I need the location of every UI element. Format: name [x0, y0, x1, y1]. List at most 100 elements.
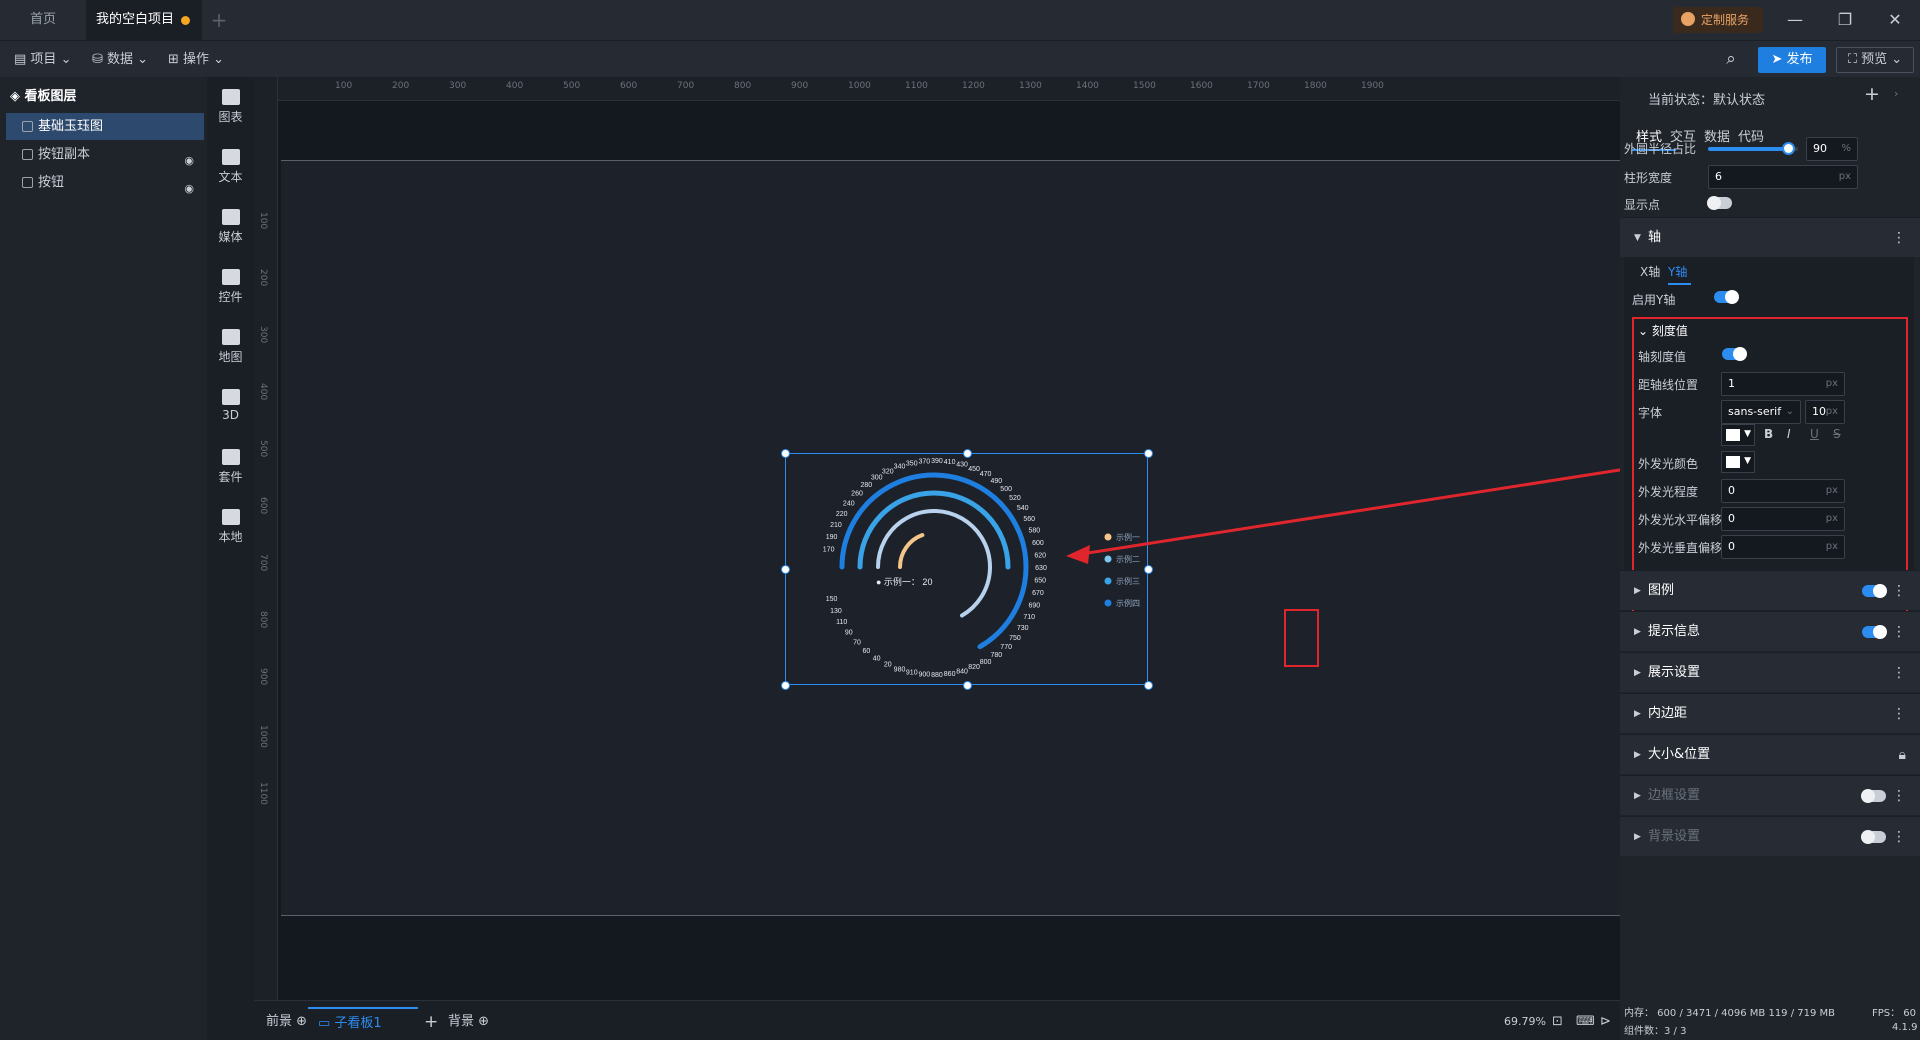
resize-handle[interactable]: [781, 681, 790, 690]
more-icon[interactable]: ⋮: [1892, 218, 1906, 258]
more-icon[interactable]: ⋮: [1892, 694, 1906, 734]
ticks-section[interactable]: ⌄ 刻度值: [1638, 322, 1688, 339]
section-legend[interactable]: ▶ 图例 ⋮: [1620, 570, 1920, 610]
legend-toggle[interactable]: [1862, 584, 1887, 598]
axis-tick-label: 450: [968, 466, 980, 473]
caret-right-icon: ▶: [1634, 627, 1641, 637]
show-points-toggle[interactable]: [1707, 196, 1732, 210]
resize-handle[interactable]: [962, 681, 972, 690]
section-border[interactable]: ▶ 边框设置 ⋮: [1620, 775, 1920, 815]
lock-icon[interactable]: 🔒︎: [1899, 735, 1906, 775]
italic-button[interactable]: I: [1787, 427, 1791, 441]
terminal-icon[interactable]: ⊳: [1600, 1011, 1611, 1033]
more-icon[interactable]: ⋮: [1892, 653, 1906, 693]
menu-project[interactable]: ▤ 项目 ⌄: [14, 41, 71, 78]
section-size-position[interactable]: ▶ 大小&位置 🔒︎: [1620, 734, 1920, 774]
more-icon[interactable]: ⋮: [1892, 612, 1906, 652]
hidden-eye-icon[interactable]: ◉: [184, 175, 194, 202]
strike-button[interactable]: S: [1833, 427, 1841, 441]
legend-label[interactable]: 示例二: [1116, 554, 1140, 564]
font-size-input[interactable]: 10 px: [1805, 400, 1845, 424]
comp-map[interactable]: 地图: [207, 329, 254, 365]
more-icon[interactable]: ⋮: [1892, 817, 1906, 857]
resize-handle[interactable]: [962, 449, 972, 458]
tab-y-axis[interactable]: Y轴: [1668, 263, 1692, 285]
more-icon[interactable]: ⋮: [1892, 571, 1906, 611]
tick-value-toggle[interactable]: [1722, 347, 1747, 361]
glow-color-picker[interactable]: ▼: [1721, 451, 1755, 473]
resize-handle[interactable]: [1144, 449, 1153, 458]
layer-item[interactable]: 按钮副本 ◉: [6, 141, 204, 168]
zoom-level[interactable]: 69.79%: [1504, 1011, 1546, 1033]
sub-board-tab[interactable]: ▭ 子看板1: [308, 1007, 418, 1039]
close-icon[interactable]: ✕: [1872, 0, 1918, 40]
comp-media[interactable]: 媒体: [207, 209, 254, 245]
comp-label: 控件: [218, 290, 243, 304]
menu-ops[interactable]: ⊞ 操作 ⌄: [168, 41, 224, 78]
font-family-select[interactable]: sans-serif ⌄: [1721, 400, 1801, 424]
font-color-picker[interactable]: ▼: [1721, 424, 1755, 446]
tick-distance-input[interactable]: 1 px: [1721, 372, 1845, 396]
legend-label[interactable]: 示例四: [1116, 598, 1140, 608]
resize-handle[interactable]: [781, 449, 790, 458]
outer-radius-input[interactable]: 90%: [1806, 137, 1858, 161]
preview-button[interactable]: ⛶ 预览 ⌄: [1836, 47, 1914, 73]
glow-level-input[interactable]: 0 px: [1721, 479, 1845, 503]
add-state-icon[interactable]: +: [1864, 83, 1880, 105]
tooltip-toggle[interactable]: [1862, 625, 1887, 639]
section-label: 背景设置: [1648, 829, 1701, 844]
publish-button[interactable]: ➤ 发布: [1758, 47, 1826, 73]
section-padding[interactable]: ▶ 内边距 ⋮: [1620, 693, 1920, 733]
section-background[interactable]: ▶ 背景设置 ⋮: [1620, 816, 1920, 856]
section-display[interactable]: ▶ 展示设置 ⋮: [1620, 652, 1920, 692]
canvas-area[interactable]: 100 200 300 400 500 600 700 800 900 1000 1100 1200 1…: [254, 77, 1620, 1000]
background-tab[interactable]: 背景 ⊕: [448, 1011, 489, 1033]
fit-screen-icon[interactable]: ⊡: [1552, 1011, 1563, 1033]
add-tab-button[interactable]: +: [204, 0, 234, 40]
background-toggle[interactable]: [1861, 830, 1886, 844]
comp-text[interactable]: 文本: [207, 149, 254, 185]
glow-v-input[interactable]: 0 px: [1721, 535, 1845, 559]
border-toggle[interactable]: [1861, 789, 1886, 803]
minimize-icon[interactable]: —: [1772, 0, 1818, 40]
horizontal-ruler: 100 200 300 400 500 600 700 800 900 1000 1100 1200 1…: [254, 77, 1620, 101]
resize-handle[interactable]: [1144, 681, 1153, 690]
custom-service-button[interactable]: 定制服务: [1673, 7, 1763, 33]
tab-data[interactable]: 数据: [1704, 126, 1730, 145]
comp-kit[interactable]: 套件: [207, 449, 254, 485]
section-axis[interactable]: ▼ 轴 ⋮: [1620, 217, 1920, 257]
more-icon[interactable]: ⋮: [1892, 776, 1906, 816]
resize-handle[interactable]: [1144, 565, 1153, 574]
tab-project[interactable]: 我的空白项目: [86, 0, 202, 40]
resize-handle[interactable]: [781, 565, 790, 574]
restore-icon[interactable]: ❐: [1822, 0, 1868, 40]
comp-chart[interactable]: 图表: [207, 89, 254, 125]
tab-x-axis[interactable]: X轴: [1640, 263, 1660, 280]
keyboard-icon[interactable]: ⌨: [1576, 1011, 1595, 1033]
outer-radius-slider[interactable]: [1708, 142, 1798, 155]
bar-width-input[interactable]: 6 px: [1708, 165, 1858, 189]
legend-label[interactable]: 示例一: [1116, 532, 1140, 542]
search-icon[interactable]: ⌕: [1720, 49, 1742, 71]
comp-3d[interactable]: 3D: [207, 389, 254, 422]
tab-code[interactable]: 代码: [1738, 126, 1764, 145]
chevron-right-icon[interactable]: ›: [1894, 87, 1898, 100]
bold-button[interactable]: B: [1764, 427, 1773, 441]
chart-selection-box[interactable]: 170 190 210 220 240 260 280 300 320 340 350 370 390 4…: [781, 449, 1153, 690]
comp-control[interactable]: 控件: [207, 269, 254, 305]
slider-handle[interactable]: [1782, 142, 1795, 155]
foreground-tab[interactable]: 前景 ⊕: [266, 1011, 307, 1033]
glow-h-input[interactable]: 0 px: [1721, 507, 1845, 531]
underline-button[interactable]: U: [1810, 427, 1819, 441]
menu-data[interactable]: ⛁ 数据 ⌄: [92, 41, 148, 78]
legend-label[interactable]: 示例三: [1116, 576, 1140, 586]
ticks-label: 刻度值: [1651, 324, 1688, 338]
layer-item[interactable]: 基础玉珏图: [6, 113, 204, 140]
layer-item[interactable]: 按钮 ◉: [6, 169, 204, 196]
enable-y-toggle[interactable]: [1714, 290, 1739, 304]
add-board-button[interactable]: +: [424, 1011, 438, 1033]
tab-home[interactable]: 首页: [0, 0, 86, 40]
section-tooltip[interactable]: ▶ 提示信息 ⋮: [1620, 611, 1920, 651]
comp-local[interactable]: 本地: [207, 509, 254, 545]
axis-tick-label: 430: [956, 462, 968, 469]
